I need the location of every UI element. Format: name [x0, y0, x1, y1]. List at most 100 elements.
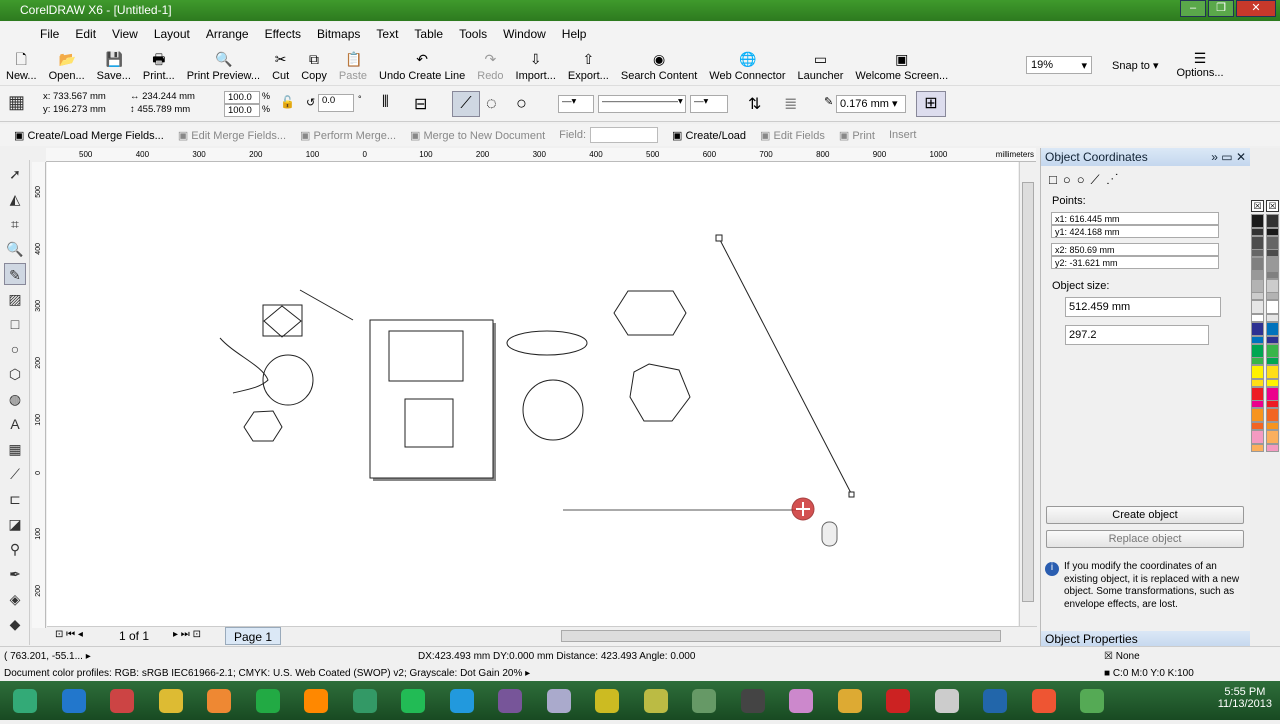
menu-effects[interactable]: Effects	[257, 27, 309, 41]
color-swatch[interactable]	[1266, 214, 1279, 228]
color-swatch[interactable]	[1251, 335, 1264, 344]
taskbar-opera-icon[interactable]	[879, 684, 917, 717]
zoom-tool-icon[interactable]: 🔍	[4, 238, 26, 260]
taskbar-ie-icon[interactable]	[55, 684, 93, 717]
nav-first-icon[interactable]: ⊡ ⏮ ◂	[55, 629, 83, 640]
options-button[interactable]: ☰ Options...	[1176, 50, 1224, 79]
crop-tool-icon[interactable]: ⌗	[4, 213, 26, 235]
eyedropper-tool-icon[interactable]: ⚲	[4, 538, 26, 560]
color-swatch[interactable]	[1251, 378, 1264, 387]
color-swatch[interactable]	[1266, 343, 1279, 358]
menu-text[interactable]: Text	[368, 27, 406, 41]
color-swatch[interactable]	[1266, 235, 1279, 250]
merge-to-new-document-button[interactable]: ▣ Merge to New Document	[410, 129, 545, 142]
color-swatch[interactable]	[1251, 257, 1264, 272]
pick-tool-icon[interactable]: ➚	[4, 163, 26, 185]
mirror-vertical-icon[interactable]: ⊟	[414, 94, 427, 114]
print-preview-button[interactable]: 🔍 Print Preview...	[181, 46, 266, 86]
y2-field[interactable]: y2: -31.621 mm	[1051, 256, 1219, 269]
drawing-canvas[interactable]	[47, 162, 1018, 626]
color-swatch[interactable]	[1266, 313, 1279, 322]
y1-field[interactable]: y1: 424.168 mm	[1051, 225, 1219, 238]
color-swatch[interactable]	[1266, 443, 1279, 452]
taskbar-tools-icon[interactable]	[103, 684, 141, 717]
color-swatch[interactable]	[1266, 386, 1279, 401]
color-swatch[interactable]	[1251, 249, 1264, 258]
edit-merge-fields-button[interactable]: ▣ Edit Merge Fields...	[178, 129, 286, 142]
horizontal-ruler[interactable]: 500 400 300 200 100 0 100 200 300 400 500 600 700 800…	[46, 148, 1036, 162]
menu-help[interactable]: Help	[554, 27, 595, 41]
color-swatch[interactable]	[1251, 386, 1264, 401]
no-color-swatch[interactable]: ☒	[1266, 200, 1279, 212]
menu-table[interactable]: Table	[406, 27, 451, 41]
redo-button[interactable]: ↷ Redo	[471, 46, 509, 86]
no-color-swatch[interactable]: ☒	[1251, 200, 1264, 212]
interactive-fill-icon[interactable]: ◆	[4, 613, 26, 635]
color-swatch[interactable]	[1266, 300, 1279, 315]
menu-view[interactable]: View	[104, 27, 146, 41]
search-content-button[interactable]: ◉ Search Content	[615, 46, 703, 86]
taskbar-explorer-icon[interactable]	[152, 684, 190, 717]
snap-to-button[interactable]: Snap to ▾	[1112, 59, 1159, 72]
table-tool-icon[interactable]: ▦	[4, 438, 26, 460]
taskbar-utorrent-icon[interactable]	[394, 684, 432, 717]
x2-field[interactable]: x2: 850.69 mm	[1051, 243, 1219, 256]
color-swatch[interactable]	[1266, 421, 1279, 430]
taskbar-pencil-icon[interactable]	[831, 684, 869, 717]
perform-merge-button[interactable]: ▣ Perform Merge...	[300, 129, 396, 142]
menu-window[interactable]: Window	[495, 27, 554, 41]
menu-file[interactable]: File	[32, 27, 67, 41]
basic-shapes-icon[interactable]: ◍	[4, 388, 26, 410]
mirror-horizontal-icon[interactable]: ⫴	[382, 94, 389, 112]
color-swatch[interactable]	[1251, 430, 1264, 444]
import-button[interactable]: ⇩ Import...	[510, 46, 562, 86]
color-profiles[interactable]: Document color profiles: RGB: sRGB IEC61…	[4, 668, 530, 679]
circle-mode-icon[interactable]: ○	[516, 93, 527, 114]
print-button[interactable]: ▣ Print	[839, 129, 875, 142]
start-arrow-select[interactable]: —▾	[558, 95, 594, 113]
vertical-ruler[interactable]: 500 400 300 200 100 0 100 200	[32, 162, 46, 628]
color-swatch[interactable]	[1251, 365, 1264, 380]
color-swatch[interactable]	[1266, 322, 1279, 336]
color-swatch[interactable]	[1266, 357, 1279, 366]
taskbar-coreldraw-icon[interactable]	[1073, 684, 1111, 717]
taskbar-pinwheel-icon[interactable]	[782, 684, 820, 717]
taskbar-grid-icon[interactable]	[1025, 684, 1063, 717]
color-swatch[interactable]	[1251, 400, 1264, 409]
web-connector-button[interactable]: 🌐 Web Connector	[703, 46, 791, 86]
color-swatch[interactable]	[1266, 378, 1279, 387]
undo-create-line-button[interactable]: ↶ Undo Create Line	[373, 46, 471, 86]
taskbar-ball-icon[interactable]	[734, 684, 772, 717]
edit-fields-button[interactable]: ▣ Edit Fields	[760, 129, 825, 142]
color-swatch[interactable]	[1266, 335, 1279, 344]
smart-fill-icon[interactable]: ▨	[4, 288, 26, 310]
insert-button[interactable]: Insert	[889, 129, 917, 141]
freehand-tool-icon[interactable]: ✎	[4, 263, 26, 285]
menu-layout[interactable]: Layout	[146, 27, 198, 41]
angle-field[interactable]: 297.2	[1065, 325, 1209, 345]
height-field[interactable]: ↕ 455.789 mm	[130, 104, 190, 115]
line-mode-button[interactable]: ⟋	[452, 91, 480, 117]
color-swatch[interactable]	[1266, 278, 1279, 293]
taskbar-box-icon[interactable]	[540, 684, 578, 717]
menu-tools[interactable]: Tools	[451, 27, 495, 41]
outline-tool-icon[interactable]: ✒	[4, 563, 26, 585]
color-swatch[interactable]	[1251, 270, 1264, 279]
color-swatch[interactable]	[1251, 292, 1264, 301]
scale-y-field[interactable]: 100.0	[224, 104, 260, 117]
position-x[interactable]: x: 733.567 mm	[43, 91, 106, 102]
arc-mode-icon[interactable]: ◌	[486, 93, 497, 114]
color-swatch[interactable]	[1266, 400, 1279, 409]
rectangle-tool-icon[interactable]: □	[4, 313, 26, 335]
outline-width-select[interactable]: 0.176 mm ▾	[836, 95, 906, 113]
color-swatch[interactable]	[1266, 257, 1279, 272]
blend-tool-icon[interactable]: ◪	[4, 513, 26, 535]
taskbar-network-icon[interactable]	[346, 684, 384, 717]
wrap-text-icon[interactable]: ≣	[784, 94, 797, 114]
color-swatch[interactable]	[1251, 235, 1264, 250]
create-load-merge-fields-button[interactable]: ▣ Create/Load Merge Fields...	[14, 129, 164, 142]
create-load-button[interactable]: ▣ Create/Load	[672, 129, 746, 142]
reverse-direction-icon[interactable]: ⇅	[748, 94, 761, 114]
taskbar-corel-icon[interactable]	[976, 684, 1014, 717]
color-swatch[interactable]	[1251, 421, 1264, 430]
